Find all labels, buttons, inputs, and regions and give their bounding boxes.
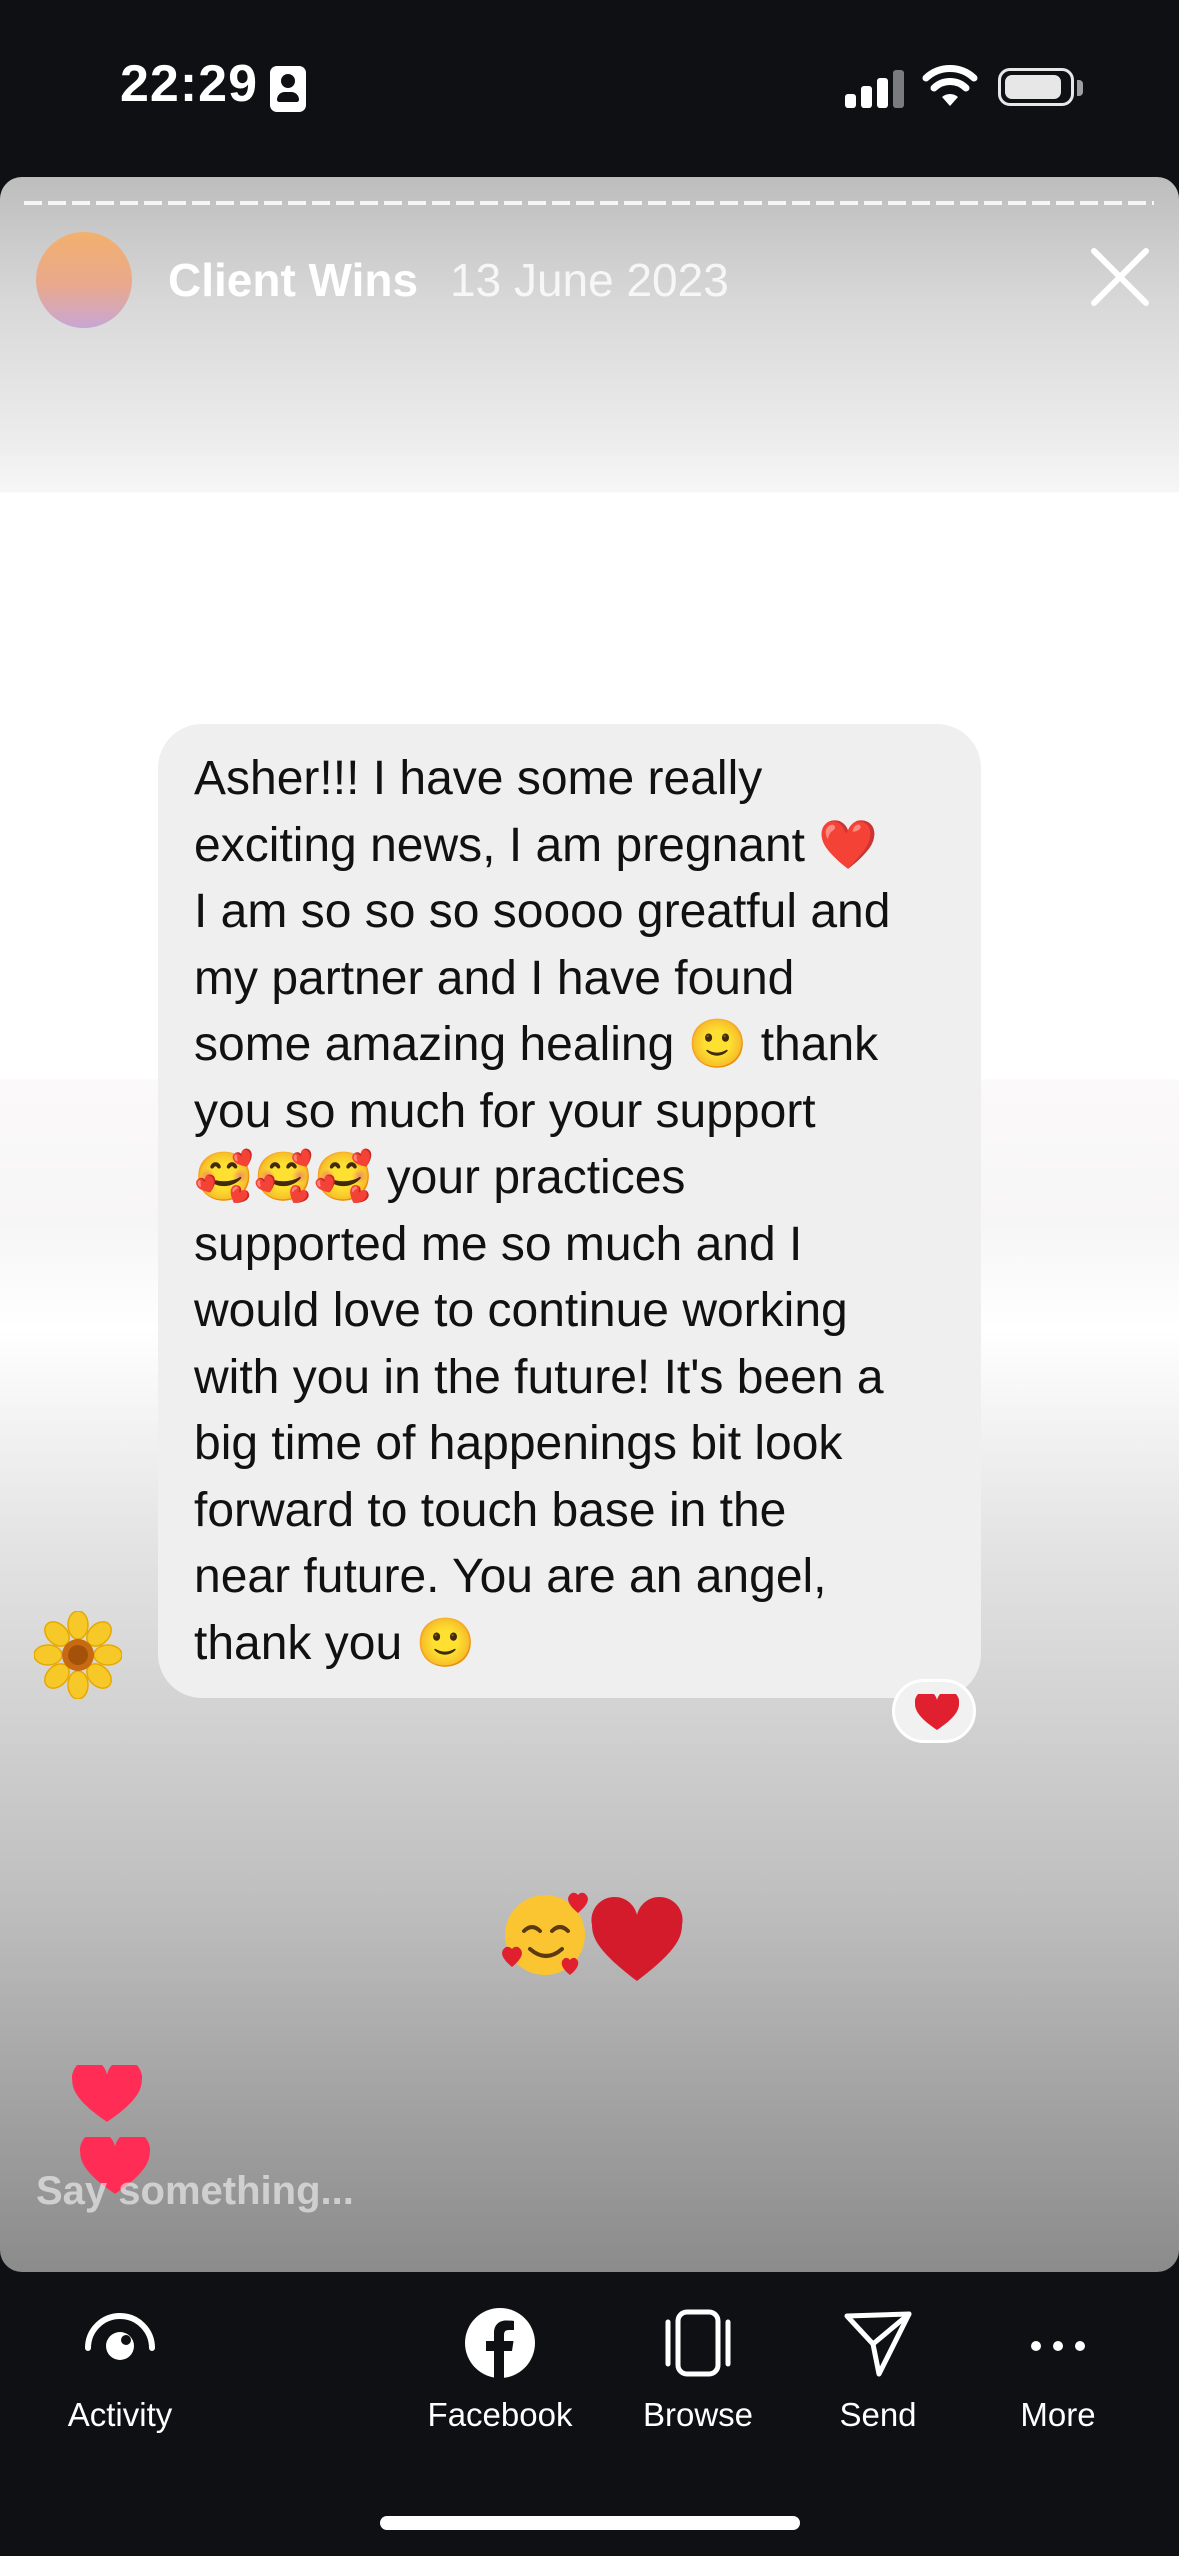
floating-heart-icon	[72, 2065, 142, 2122]
toolbar-more-button[interactable]: More	[958, 2300, 1158, 2440]
facebook-icon	[465, 2308, 535, 2378]
story-card[interactable]: Client Wins 13 June 2023 Asher!!! I have…	[0, 177, 1179, 2272]
toolbar-activity-button[interactable]: Activity	[20, 2300, 220, 2440]
story-progress-bar	[24, 201, 1154, 205]
message-bubble: Asher!!! I have some really exciting new…	[158, 724, 981, 1698]
toolbar-send-button[interactable]: Send	[778, 2300, 978, 2440]
battery-icon	[998, 68, 1074, 106]
message-text: Asher!!! I have some really exciting new…	[194, 752, 891, 1670]
toolbar-facebook-button[interactable]: Facebook	[400, 2300, 600, 2440]
status-bar: 22:29	[0, 0, 1179, 170]
browse-icon	[665, 2309, 731, 2377]
toolbar-browse-button[interactable]: Browse	[598, 2300, 798, 2440]
smiling-face-with-hearts-and-heart-icon	[502, 1892, 683, 1981]
toolbar-facebook-label: Facebook	[427, 2396, 573, 2433]
more-icon	[1031, 2341, 1085, 2351]
status-time: 22:29	[120, 55, 258, 113]
account-avatar[interactable]	[36, 232, 132, 328]
toolbar-activity-label: Activity	[67, 2396, 173, 2433]
story-date: 13 June 2023	[450, 254, 729, 306]
message-reaction-badge	[892, 1679, 976, 1743]
toolbar-send-label: Send	[839, 2396, 917, 2433]
reply-input[interactable]: Say something...	[36, 2169, 354, 2214]
cellular-signal-icon	[845, 68, 905, 108]
contact-card-icon	[270, 66, 306, 112]
sunflower-icon	[34, 1611, 122, 1699]
toolbar-browse-label: Browse	[642, 2396, 754, 2433]
home-indicator[interactable]	[380, 2516, 800, 2530]
wifi-icon	[922, 65, 978, 106]
send-icon	[844, 2311, 912, 2377]
toolbar-more-label: More	[1020, 2396, 1096, 2433]
battery-cap	[1077, 80, 1083, 96]
heart-reaction-icon	[915, 1694, 959, 1730]
account-name[interactable]: Client Wins	[168, 253, 418, 307]
activity-eye-icon	[85, 2313, 155, 2360]
close-icon[interactable]	[1084, 241, 1156, 313]
